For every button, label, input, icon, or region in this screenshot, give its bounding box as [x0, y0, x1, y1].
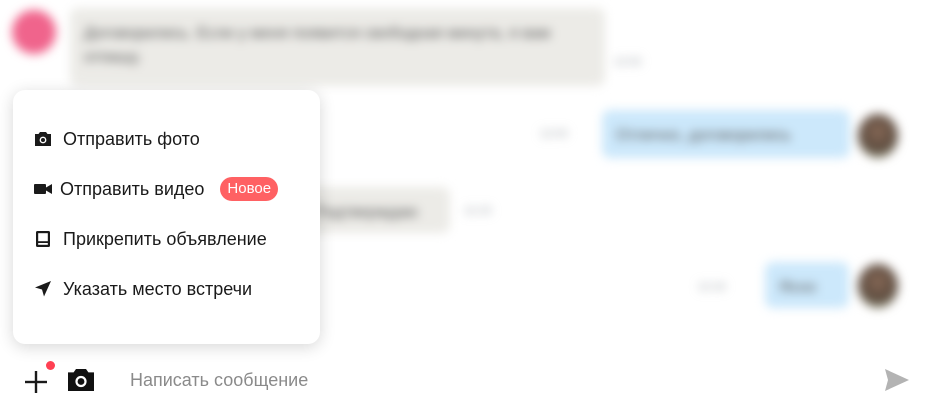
message-bubble-outgoing: Отлично, договорились [602, 110, 850, 158]
message-time: 12:03 [540, 128, 568, 140]
message-bubble-outgoing: Ясно [765, 262, 849, 308]
camera-button[interactable] [67, 367, 95, 393]
menu-item-attach-listing[interactable]: Прикрепить объявление [13, 214, 320, 264]
new-badge: Новое [220, 177, 279, 201]
menu-item-label: Прикрепить объявление [63, 228, 267, 249]
menu-item-send-photo[interactable]: Отправить фото [13, 114, 320, 164]
camera-icon [33, 129, 53, 149]
message-bubble-incoming: Договорились. Если у меня появится свобо… [70, 8, 605, 86]
location-arrow-icon [33, 279, 53, 299]
menu-item-send-video[interactable]: Отправить видео Новое [13, 164, 320, 214]
camera-icon [68, 369, 94, 391]
attachment-menu: Отправить фото Отправить видео Новое При… [13, 90, 320, 344]
menu-item-label: Отправить фото [63, 128, 200, 149]
notification-dot [46, 361, 55, 370]
menu-item-label: Отправить видео [60, 178, 205, 199]
avatar [858, 264, 898, 308]
attach-button[interactable] [22, 368, 50, 396]
listing-icon [33, 229, 53, 249]
plus-icon [25, 371, 47, 393]
avatar [858, 114, 898, 158]
menu-item-meeting-place[interactable]: Указать место встречи [13, 264, 320, 314]
message-time: 12:15 [464, 205, 492, 217]
send-button[interactable] [884, 368, 910, 392]
send-icon [885, 369, 909, 391]
message-time: 12:16 [698, 281, 726, 293]
message-input[interactable] [130, 366, 850, 394]
message-time: 12:02 [614, 56, 642, 68]
avatar [12, 10, 56, 54]
menu-item-label: Указать место встречи [63, 278, 253, 299]
video-icon [33, 179, 53, 199]
message-bubble-incoming: Подтверждаю [300, 187, 450, 233]
